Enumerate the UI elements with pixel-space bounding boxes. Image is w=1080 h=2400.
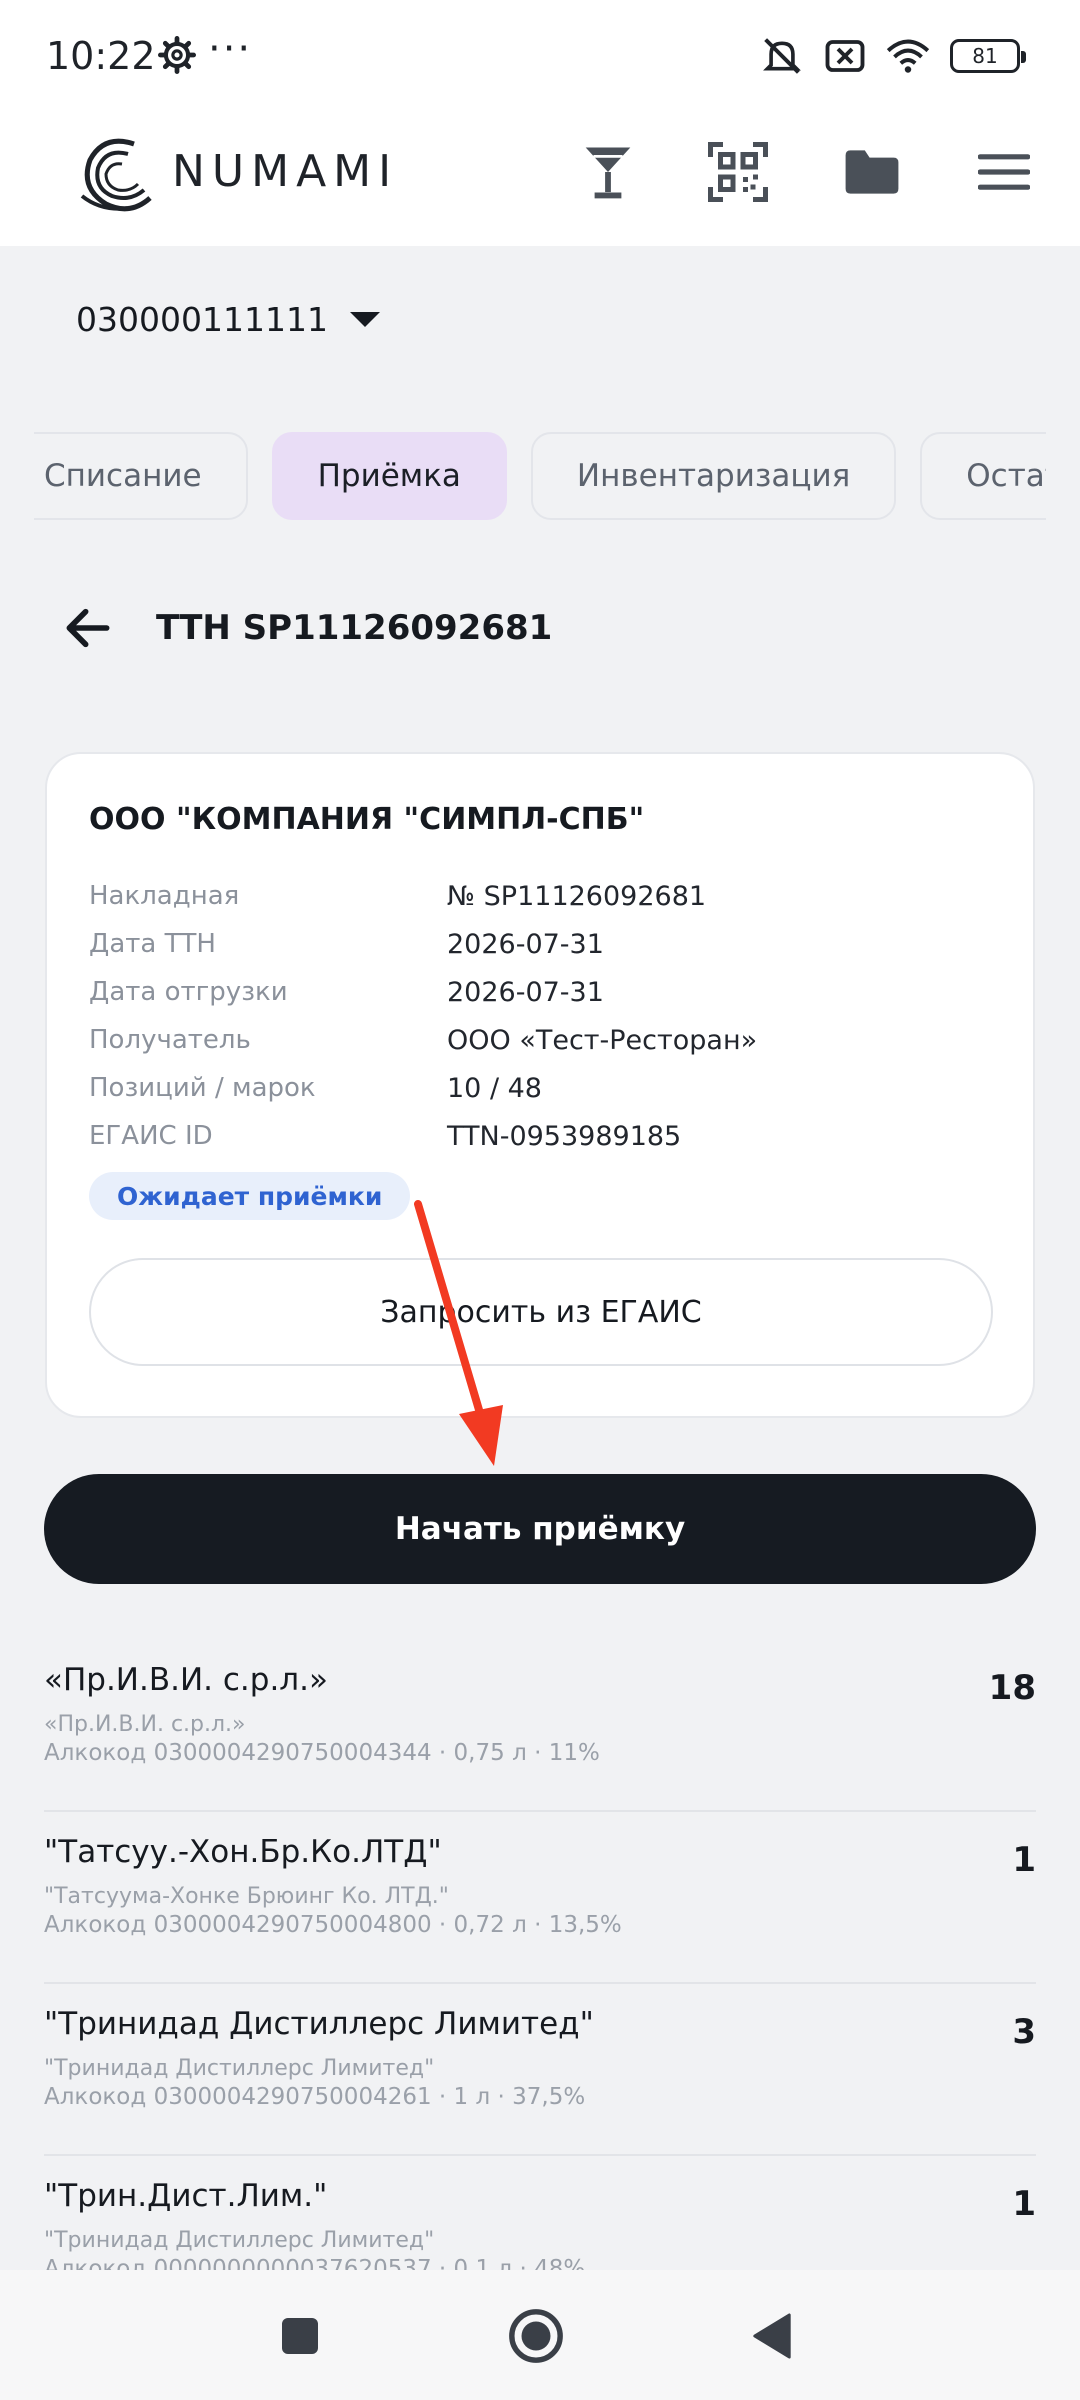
item-quantity: 18	[988, 1668, 1036, 1708]
info-label: ЕГАИС ID	[89, 1121, 213, 1151]
tab-stock[interactable]: Остатки	[920, 432, 1046, 520]
info-value: ООО «Тест-Ресторан»	[447, 1024, 758, 1056]
item-producer: "Тринидад Дистиллерс Лимитед"	[44, 2056, 435, 2081]
back-arrow-icon[interactable]	[60, 600, 116, 656]
item-quantity: 1	[1012, 2184, 1036, 2224]
info-row: ЕГАИС ID TTN-0953989185	[89, 1112, 989, 1160]
start-receiving-button[interactable]: Начать приёмку	[44, 1474, 1036, 1584]
home-circle-icon[interactable]	[500, 2300, 572, 2372]
items-list: «Пр.И.В.И. с.р.л.» «Пр.И.В.И. с.р.л.» Ал…	[44, 1640, 1036, 2270]
document-info: Накладная № SP11126092681 Дата ТТН 2026-…	[89, 872, 989, 1160]
info-value: TTN-0953989185	[447, 1120, 682, 1152]
item-meta: Алкокод 0300004290750004344 · 0,75 л · 1…	[44, 1740, 600, 1766]
numami-logo-icon	[80, 138, 152, 212]
qr-code-icon[interactable]	[706, 140, 770, 204]
status-time: 10:22	[46, 34, 156, 78]
item-name: "Трин.Дист.Лим."	[44, 2178, 328, 2214]
app-logo-text: NUMAMI	[172, 146, 399, 197]
tab-inventory[interactable]: Инвентаризация	[530, 432, 897, 520]
info-value: 2026-07-31	[447, 928, 604, 960]
info-row: Дата отгрузки 2026-07-31	[89, 968, 989, 1016]
info-row: Накладная № SP11126092681	[89, 872, 989, 920]
info-label: Позиций / марок	[89, 1073, 316, 1103]
more-notifications-icon: ···	[208, 26, 253, 72]
folder-icon[interactable]	[840, 140, 904, 204]
info-label: Получатель	[89, 1025, 251, 1055]
info-value: № SP11126092681	[447, 880, 707, 912]
info-label: Дата ТТН	[89, 929, 216, 959]
document-header: ТТН SP11126092681	[60, 600, 552, 656]
recents-square-icon[interactable]	[264, 2300, 336, 2372]
item-producer: "Татсуума-Хонке Брюинг Ко. ЛТД."	[44, 1884, 449, 1909]
list-item[interactable]: «Пр.И.В.И. с.р.л.» «Пр.И.В.И. с.р.л.» Ал…	[44, 1640, 1036, 1812]
hamburger-menu-icon[interactable]	[972, 140, 1036, 204]
status-icons: 81	[760, 36, 1026, 76]
info-label: Накладная	[89, 881, 240, 911]
item-meta: Алкокод 0000000000037620537 · 0,1 л · 48…	[44, 2256, 586, 2270]
info-row: Получатель ООО «Тест-Ресторан»	[89, 1016, 989, 1064]
info-label: Дата отгрузки	[89, 977, 288, 1007]
system-nav-bar	[0, 2270, 1080, 2400]
item-name: "Тринидад Дистиллерс Лимитед"	[44, 2006, 594, 2042]
item-meta: Алкокод 0300004290750004261 · 1 л · 37,5…	[44, 2084, 586, 2110]
item-name: "Татсуу.-Хон.Бр.Ко.ЛТД"	[44, 1834, 442, 1870]
request-egais-button[interactable]: Запросить из ЕГАИС	[89, 1258, 993, 1366]
back-triangle-icon[interactable]	[736, 2300, 808, 2372]
item-producer: "Тринидад Дистиллерс Лимитед"	[44, 2228, 435, 2253]
info-row: Дата ТТН 2026-07-31	[89, 920, 989, 968]
document-card: ООО "КОМПАНИЯ "СИМПЛ-СПБ" Накладная № SP…	[45, 752, 1035, 1418]
mute-icon	[763, 38, 801, 74]
no-sim-icon	[825, 40, 865, 72]
list-item[interactable]: "Тринидад Дистиллерс Лимитед" "Тринидад …	[44, 1984, 1036, 2156]
item-producer: «Пр.И.В.И. с.р.л.»	[44, 1712, 246, 1737]
tab-bar: Списание Приёмка Инвентаризация Остатки	[34, 432, 1046, 522]
item-quantity: 3	[1012, 2012, 1036, 2052]
tab-writeoff[interactable]: Списание	[34, 432, 248, 520]
cocktail-glass-icon[interactable]	[576, 140, 640, 204]
item-quantity: 1	[1012, 1840, 1036, 1880]
item-name: «Пр.И.В.И. с.р.л.»	[44, 1662, 328, 1698]
app-bar: NUMAMI	[0, 110, 1080, 246]
supplier-name: ООО "КОМПАНИЯ "СИМПЛ-СПБ"	[89, 802, 645, 837]
item-meta: Алкокод 0300004290750004800 · 0,72 л · 1…	[44, 1912, 622, 1938]
account-number: 030000111111	[76, 300, 328, 339]
info-value: 10 / 48	[447, 1072, 542, 1104]
battery-icon: 81	[950, 39, 1026, 73]
status-badge: Ожидает приёмки	[89, 1172, 411, 1220]
wifi-icon	[886, 39, 930, 73]
info-row: Позиций / марок 10 / 48	[89, 1064, 989, 1112]
list-item[interactable]: "Татсуу.-Хон.Бр.Ко.ЛТД" "Татсуума-Хонке …	[44, 1812, 1036, 1984]
list-item[interactable]: "Трин.Дист.Лим." "Тринидад Дистиллерс Ли…	[44, 2156, 1036, 2270]
info-value: 2026-07-31	[447, 976, 604, 1008]
gear-icon	[158, 36, 196, 74]
chevron-down-icon	[349, 312, 380, 327]
status-bar: 10:22 ··· 81	[0, 0, 1080, 110]
account-selector[interactable]: 030000111111	[76, 300, 380, 339]
tab-receiving[interactable]: Приёмка	[271, 432, 507, 520]
page-title: ТТН SP11126092681	[156, 608, 553, 648]
